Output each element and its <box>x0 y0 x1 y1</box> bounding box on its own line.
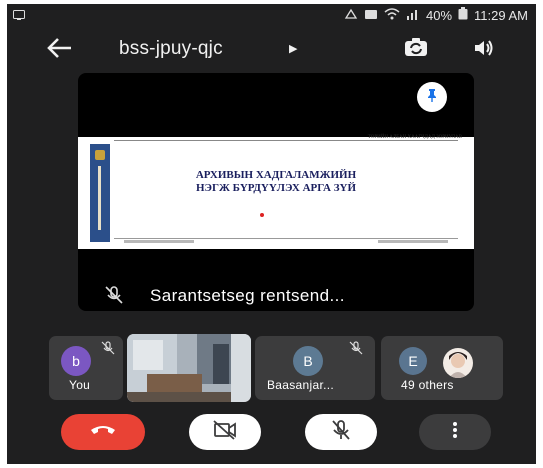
alarm-icon <box>344 8 358 23</box>
more-vert-icon <box>452 421 458 444</box>
clock-time: 11:29 AM <box>474 7 528 23</box>
status-bar: 40% 11:29 AM <box>7 4 536 26</box>
participant-label: You <box>69 378 91 392</box>
slide-header-line <box>114 140 458 141</box>
caret-right-icon[interactable]: ▶ <box>289 42 297 55</box>
mic-off-icon <box>101 341 115 355</box>
switch-camera-icon[interactable] <box>403 36 429 60</box>
signal-icon <box>406 8 420 23</box>
presenter-name: Sarantsetseg rentsend... <box>150 286 345 305</box>
laser-pointer-dot <box>260 213 264 217</box>
back-arrow-icon[interactable] <box>45 36 75 60</box>
slide-footer-right-text <box>378 240 448 243</box>
presenter-bar: Sarantsetseg rentsend... <box>78 281 474 311</box>
avatar: E <box>399 347 427 375</box>
mic-off-icon <box>349 341 363 355</box>
avatar-photo <box>443 348 473 378</box>
hang-up-icon <box>90 423 116 442</box>
meeting-top-bar: bss-jpuy-qjc ▶ <box>7 28 536 70</box>
slide-top-text: ТӨРИЙН АЛБАН ХААГЧДАД ЗОРИУЛАВ <box>367 135 462 140</box>
mic-off-icon <box>104 285 124 305</box>
room-video-feed <box>127 334 251 402</box>
participant-tile-you[interactable]: b You <box>49 336 123 400</box>
meeting-code[interactable]: bss-jpuy-qjc <box>119 38 223 60</box>
slide-footer-line <box>114 238 458 239</box>
pin-icon <box>424 87 440 108</box>
phone-screen: 40% 11:29 AM bss-jpuy-qjc ▶ ТӨРИЙН АЛБАН… <box>7 4 536 464</box>
slide-title-line1: АРХИВЫН ХАДГАЛАМЖИЙН <box>195 169 357 181</box>
avatar: b <box>61 346 91 376</box>
notification-icon <box>364 8 378 23</box>
participant-tile-others[interactable]: E 49 others <box>381 336 503 400</box>
mic-toggle-button[interactable] <box>305 414 377 450</box>
end-call-button[interactable] <box>61 414 145 450</box>
more-options-button[interactable] <box>419 414 491 450</box>
slide-emblem <box>95 150 105 160</box>
participant-tile-baasanjar[interactable]: B Baasanjar... <box>255 336 375 400</box>
camera-off-icon <box>213 419 237 445</box>
participant-label: Baasanjar... <box>267 378 334 392</box>
slide-title-line2: НЭГЖ БҮРДҮҮЛЭХ АРГА ЗҮЙ <box>195 182 357 194</box>
shared-slide: ТӨРИЙН АЛБАН ХААГЧДАД ЗОРИУЛАВ АРХИВЫН Х… <box>78 135 474 249</box>
battery-icon <box>458 7 468 23</box>
participant-label: 49 others <box>401 378 454 392</box>
speaker-icon[interactable] <box>473 37 495 59</box>
battery-percent: 40% <box>426 7 453 23</box>
mic-off-icon <box>331 419 351 446</box>
wifi-icon <box>384 7 400 23</box>
presentation-tile[interactable]: ТӨРИЙН АЛБАН ХААГЧДАД ЗОРИУЛАВ АРХИВЫН Х… <box>78 73 474 311</box>
camera-toggle-button[interactable] <box>189 414 261 450</box>
screen-cast-icon <box>13 8 25 23</box>
slide-footer-left-text <box>124 240 194 243</box>
avatar: B <box>293 346 323 376</box>
pin-button[interactable] <box>417 82 447 112</box>
participant-video-tile[interactable] <box>127 334 251 402</box>
